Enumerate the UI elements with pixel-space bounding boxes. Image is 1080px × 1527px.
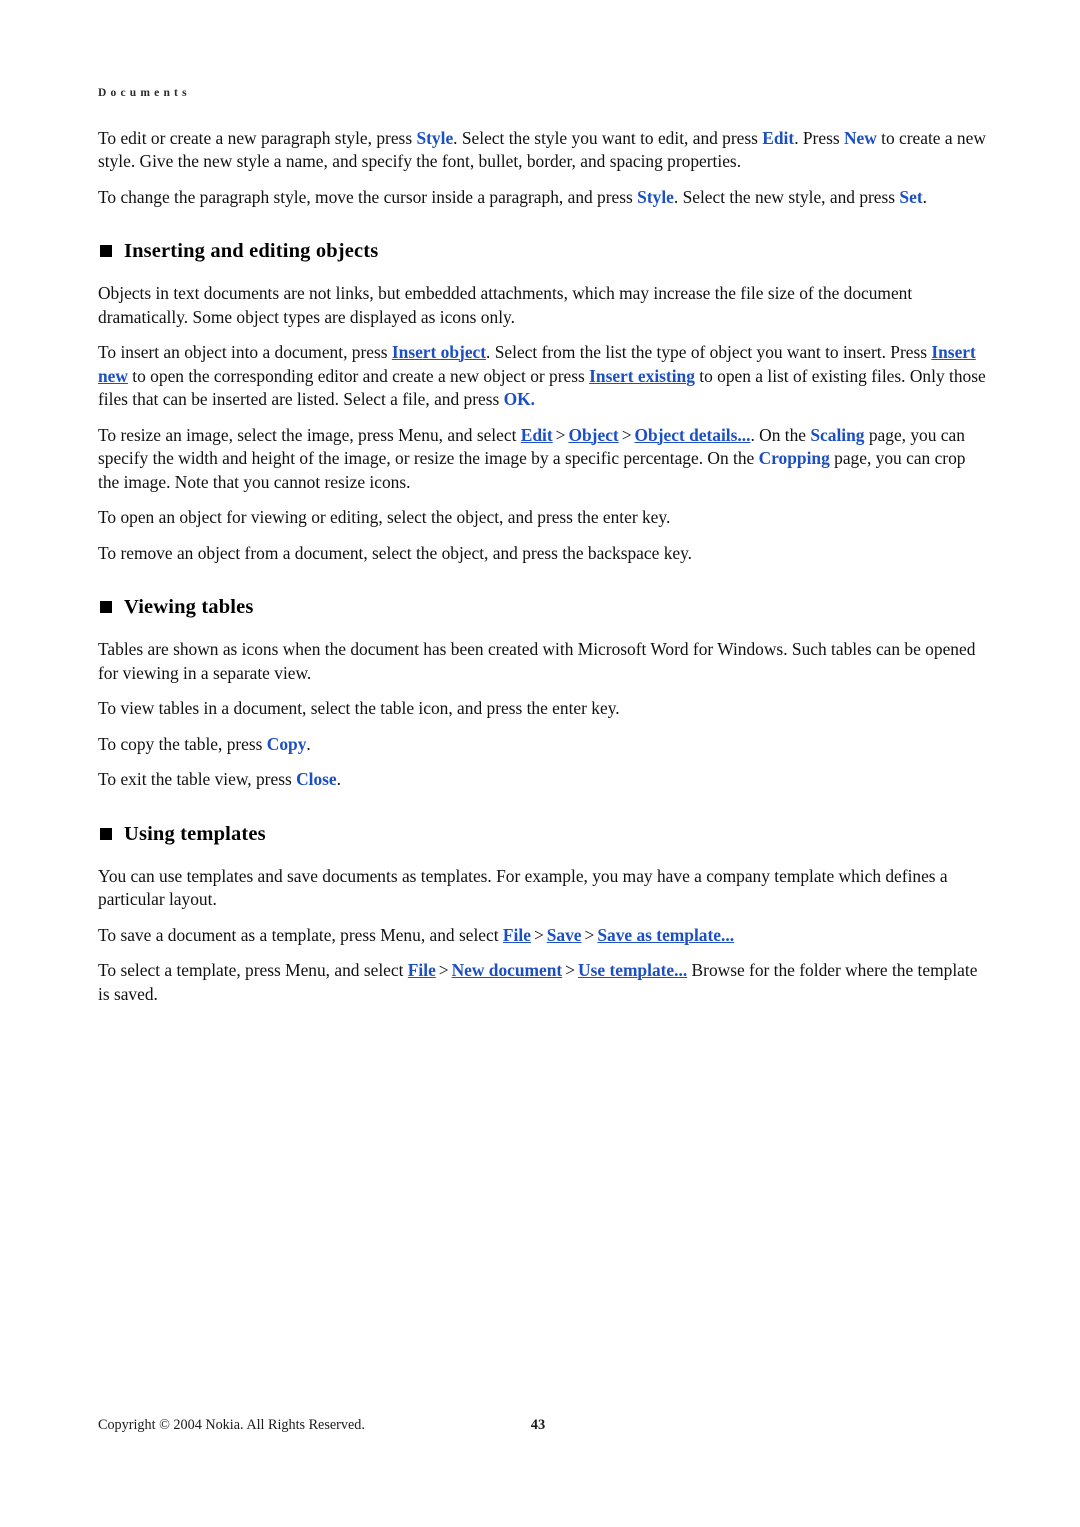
menu-arrow: >: [533, 924, 544, 945]
section-heading-viewing-tables: Viewing tables: [98, 594, 990, 620]
page-footer: Copyright © 2004 Nokia. All Rights Reser…: [98, 1414, 990, 1436]
square-bullet-icon: [100, 827, 112, 840]
command-ok: OK.: [503, 389, 536, 409]
command-new: New: [843, 127, 877, 148]
text-segment: . Select the style you want to edit, and…: [453, 127, 763, 148]
text-segment: . Select the new style, and press: [673, 186, 900, 207]
paragraph-open-object: To open an object for viewing or editing…: [98, 507, 671, 527]
text-segment: To copy the table, press: [98, 733, 267, 754]
command-edit: Edit: [762, 127, 795, 148]
paragraph-change-style: To change the paragraph style, move the …: [98, 186, 990, 210]
command-save: Save: [546, 924, 582, 945]
text-segment: To insert an object into a document, pre…: [98, 342, 392, 362]
command-object: Object: [568, 424, 619, 445]
running-head: Documents: [98, 87, 191, 99]
text-segment: . On the: [750, 424, 811, 445]
text-segment: to open the corresponding editor and cre…: [127, 365, 590, 386]
command-scaling: Scaling: [810, 424, 865, 445]
paragraph-save-as-template: To save a document as a template, press …: [98, 924, 990, 948]
page-content: Documents To edit or create a new paragr…: [98, 87, 990, 1018]
paragraph-remove-object: To remove an object from a document, sel…: [98, 542, 693, 563]
text-segment: . Select from the list the type of objec…: [486, 342, 932, 362]
paragraph-exit-table-view: To exit the table view, press Close.: [98, 768, 990, 792]
text-segment: To edit or create a new paragraph style,…: [98, 127, 417, 148]
command-use-template: Use template...: [578, 960, 688, 980]
command-set: Set: [899, 186, 923, 207]
section-heading-label: Using templates: [124, 822, 266, 845]
menu-arrow: >: [555, 424, 566, 445]
command-cropping: Cropping: [758, 448, 830, 468]
section-heading-using-templates: Using templates: [98, 821, 990, 847]
text-segment: . Press: [794, 127, 844, 148]
command-insert-existing: Insert existing: [589, 365, 695, 386]
command-style: Style: [637, 186, 674, 207]
paragraph-select-template: To select a template, press Menu, and se…: [98, 959, 990, 1006]
paragraph-tables-intro: Tables are shown as icons when the docum…: [98, 639, 976, 683]
text-segment: To select a template, press Menu, and se…: [98, 960, 408, 980]
square-bullet-icon: [100, 601, 112, 613]
command-file: File: [502, 924, 531, 945]
text-segment: To save a document as a template, press …: [98, 924, 503, 945]
paragraph-copy-table: To copy the table, press Copy.: [98, 733, 990, 757]
menu-arrow: >: [438, 960, 449, 980]
menu-arrow: >: [584, 924, 595, 945]
section-heading-label: Inserting and editing objects: [124, 240, 379, 262]
command-edit: Edit: [520, 424, 553, 445]
menu-arrow: >: [621, 424, 632, 445]
paragraph-view-tables: To view tables in a document, select the…: [98, 698, 620, 718]
command-copy: Copy: [266, 733, 307, 754]
section-heading-inserting-objects: Inserting and editing objects: [98, 238, 990, 264]
command-file: File: [407, 960, 436, 980]
text-segment: .: [306, 733, 311, 754]
command-insert-object: Insert object: [391, 342, 487, 362]
command-object-details: Object details...: [634, 424, 751, 445]
command-style: Style: [416, 127, 454, 148]
document-page: Documents To edit or create a new paragr…: [0, 0, 1080, 1527]
text-segment: .: [336, 769, 342, 789]
square-bullet-icon: [100, 245, 112, 257]
command-save-as-template: Save as template...: [597, 924, 735, 945]
page-number: 43: [530, 1417, 546, 1433]
paragraph-resize-image: To resize an image, select the image, pr…: [98, 424, 990, 495]
paragraph-objects-intro: Objects in text documents are not links,…: [98, 283, 913, 327]
text-segment: To exit the table view, press: [98, 769, 297, 789]
command-new-document: New document: [451, 960, 563, 980]
text-segment: .: [922, 186, 927, 207]
paragraph-templates-intro: You can use templates and save documents…: [98, 865, 948, 910]
paragraph-insert-object: To insert an object into a document, pre…: [98, 341, 990, 412]
paragraph-edit-style: To edit or create a new paragraph style,…: [98, 127, 990, 174]
command-close: Close: [296, 769, 337, 789]
text-segment: To resize an image, select the image, pr…: [98, 424, 521, 445]
text-segment: To change the paragraph style, move the …: [98, 186, 638, 207]
menu-arrow: >: [565, 960, 576, 980]
section-heading-label: Viewing tables: [124, 596, 254, 618]
